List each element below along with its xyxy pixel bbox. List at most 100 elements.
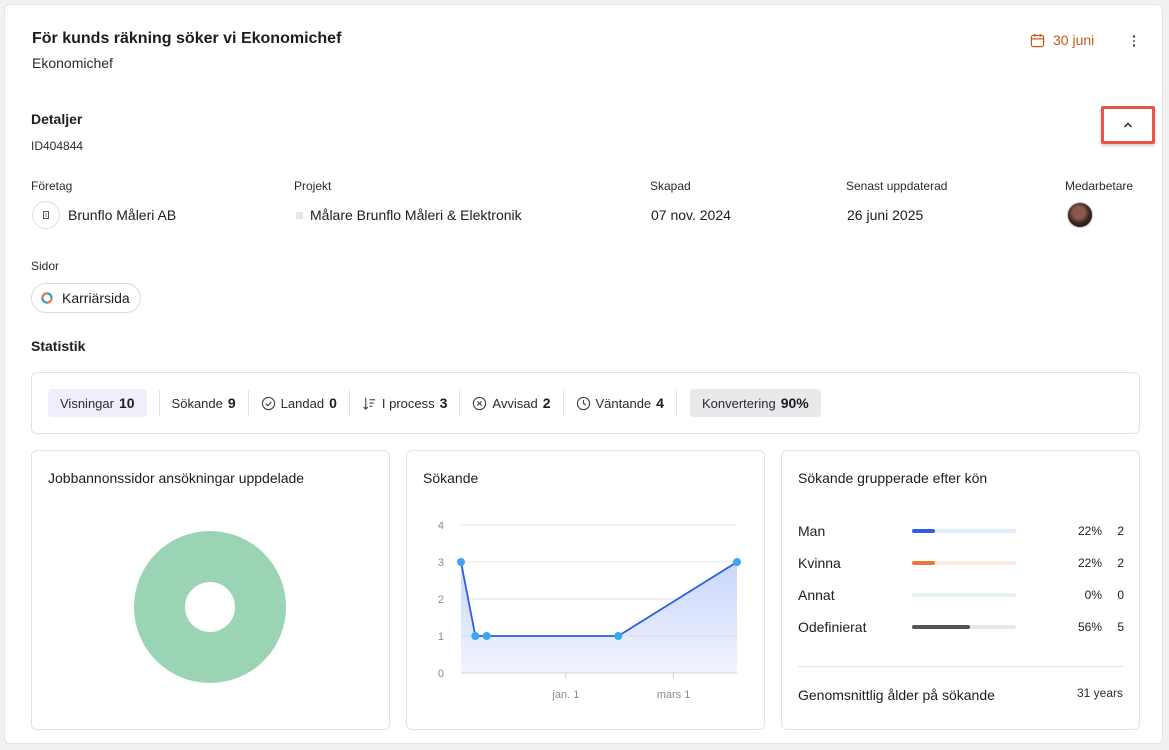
y-tick-label: 1 (438, 631, 444, 643)
calendar-icon (1030, 33, 1045, 47)
x-circle-icon (473, 396, 487, 410)
staff-label: Medarbetare (1065, 179, 1134, 193)
gender-percent: 22% (1077, 524, 1102, 538)
stat-conversion-label: Konvertering (701, 395, 776, 411)
stat-landed-value: 0 (329, 395, 337, 411)
stat-views-value: 10 (118, 395, 135, 411)
stat-rejected[interactable]: Avvisad 2 (460, 389, 562, 417)
check-circle-icon (261, 396, 275, 410)
gender-bar (912, 529, 1016, 533)
gender-percent: 56% (1077, 620, 1102, 634)
deadline-date: 30 juni (1053, 32, 1095, 48)
avg-age-value: 31 years (1076, 686, 1123, 700)
company-field[interactable]: Brunflo Måleri AB (32, 201, 176, 229)
line-chart: 0 1 2 3 4 jan. 1 mars 1 (438, 520, 741, 701)
stat-waiting-value: 4 (656, 395, 664, 411)
series-area (461, 562, 737, 673)
project-icon (296, 211, 303, 219)
stat-waiting-label: Väntande (595, 395, 652, 411)
pages-label: Sidor (31, 259, 60, 273)
x-tick-label: jan. 1 (551, 689, 579, 701)
gender-bar-fill (912, 529, 935, 533)
stat-in-process[interactable]: I process 3 (350, 389, 460, 417)
gender-count: 5 (1117, 620, 1124, 634)
gender-bar-fill (912, 625, 971, 629)
gender-bar-fill (912, 561, 935, 565)
updated-value: 26 juni 2025 (847, 207, 924, 223)
data-point[interactable] (733, 558, 741, 566)
gender-bar (912, 625, 1016, 629)
gender-title: Sökande grupperade efter kön (798, 470, 988, 486)
job-role: Ekonomichef (32, 55, 113, 71)
chevron-up-icon (1124, 122, 1132, 128)
gender-panel: Sökande grupperade efter kön Man 22% 2 Kvin… (781, 450, 1140, 730)
gender-count: 0 (1117, 588, 1124, 602)
stat-in-process-label: I process (381, 395, 435, 411)
stat-conversion[interactable]: Konvertering 90% (689, 389, 821, 417)
donut-title: Jobbannonssidor ansökningar uppdelade (48, 470, 305, 486)
y-tick-label: 0 (438, 668, 444, 680)
avg-age-label: Genomsnittlig ålder på sökande (798, 687, 995, 703)
gender-bar (912, 593, 1016, 597)
job-card: För kunds räkning söker vi Ekonomichef E… (4, 4, 1163, 744)
created-value: 07 nov. 2024 (651, 207, 731, 223)
data-point[interactable] (614, 632, 623, 640)
project-label: Projekt (294, 179, 332, 193)
gender-count: 2 (1117, 524, 1124, 538)
updated-label: Senast uppdaterad (846, 179, 948, 193)
deadline-chip[interactable]: 30 juni (1030, 32, 1094, 48)
avatar[interactable] (1067, 202, 1093, 228)
details-heading: Detaljer (31, 111, 83, 127)
more-options-icon[interactable] (1126, 31, 1142, 51)
stat-views-label: Visningar (60, 395, 114, 411)
gender-label: Kvinna (798, 555, 841, 571)
stat-applicants-label: Sökande (171, 395, 223, 411)
page-chip-karriarsida[interactable]: Karriärsida (31, 283, 141, 313)
stat-applicants[interactable]: Sökande 9 (160, 389, 248, 417)
created-label: Skapad (650, 179, 691, 193)
donut-chart (134, 531, 286, 683)
stat-landed-label: Landad (280, 395, 325, 411)
gender-percent: 0% (1084, 588, 1102, 602)
stat-waiting[interactable]: Väntande 4 (564, 389, 676, 417)
sort-icon (363, 397, 375, 410)
gender-row: Kvinna 22% 2 (798, 553, 1124, 573)
data-point[interactable] (457, 558, 465, 566)
line-title: Sökande (423, 470, 479, 486)
stat-applicants-value: 9 (227, 395, 236, 411)
gender-label: Man (798, 523, 826, 539)
data-point[interactable] (482, 632, 491, 640)
page-chip-label: Karriärsida (62, 290, 130, 306)
company-icon (32, 201, 60, 229)
stat-conversion-value: 90% (780, 395, 809, 411)
collapse-details-button[interactable] (1101, 106, 1155, 144)
y-tick-label: 2 (438, 594, 444, 606)
line-panel: Sökande 0 1 2 3 4 jan. 1 mars 1 (406, 450, 765, 730)
data-point[interactable] (471, 632, 480, 640)
career-page-icon (41, 292, 53, 304)
stat-views[interactable]: Visningar 10 (48, 389, 147, 417)
donut-panel: Jobbannonssidor ansökningar uppdelade (31, 450, 390, 730)
company-label: Företag (31, 179, 73, 193)
gender-label: Odefinierat (798, 619, 867, 635)
gender-percent: 22% (1077, 556, 1102, 570)
gender-label: Annat (798, 587, 835, 603)
gender-row: Odefinierat 56% 5 (798, 617, 1124, 637)
page-title: För kunds räkning söker vi Ekonomichef (32, 30, 342, 47)
job-id: ID404844 (31, 139, 84, 153)
stat-landed[interactable]: Landad 0 (249, 389, 349, 417)
project-field[interactable]: Målare Brunflo Måleri & Elektronik (296, 207, 522, 223)
gender-count: 2 (1117, 556, 1124, 570)
x-tick-label: mars 1 (657, 689, 691, 701)
company-value: Brunflo Måleri AB (68, 207, 177, 223)
y-tick-label: 3 (438, 557, 444, 569)
project-value: Målare Brunflo Måleri & Elektronik (310, 207, 522, 223)
y-tick-label: 4 (438, 520, 444, 532)
clock-icon (576, 396, 590, 410)
donut-slice[interactable] (134, 531, 286, 683)
stat-in-process-value: 3 (439, 395, 448, 411)
gender-row: Annat 0% 0 (798, 585, 1124, 605)
stat-rejected-value: 2 (542, 395, 551, 411)
divider (798, 666, 1124, 667)
stat-rejected-label: Avvisad (492, 395, 538, 411)
